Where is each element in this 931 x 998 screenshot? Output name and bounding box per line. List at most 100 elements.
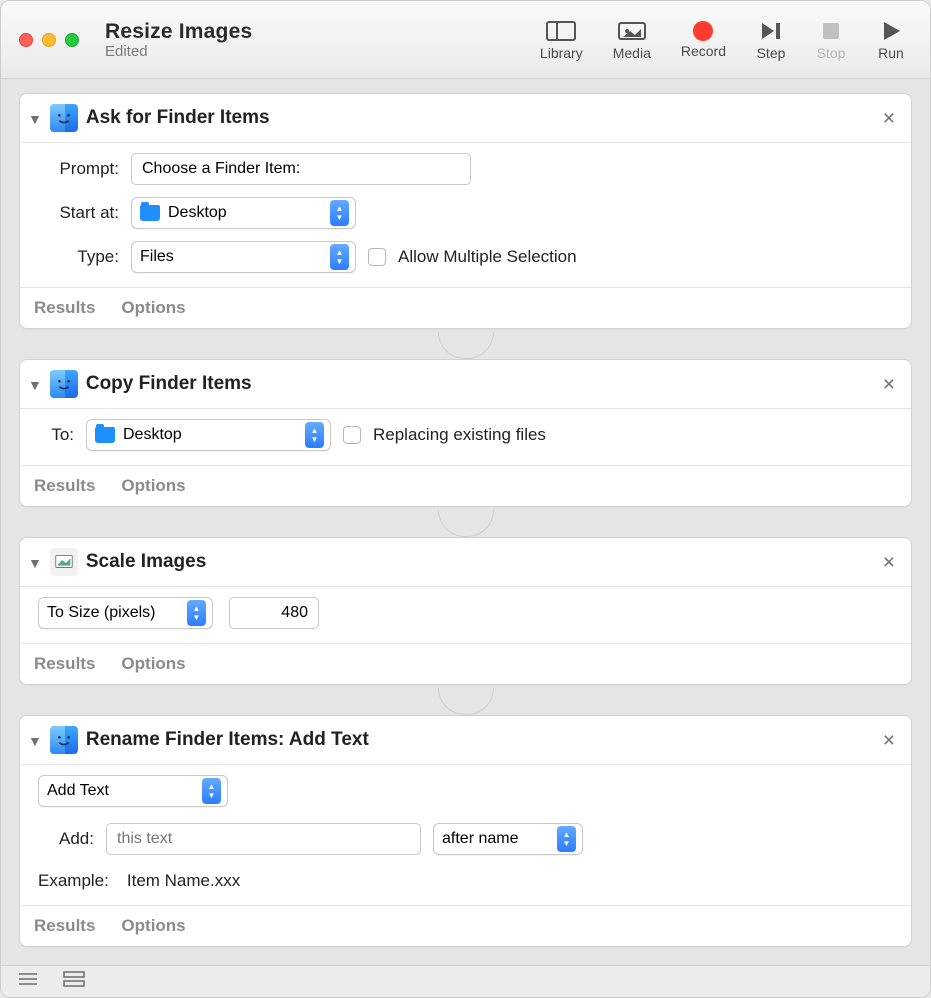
scale-mode-value: To Size (pixels)	[47, 604, 177, 622]
action-footer: Results Options	[20, 465, 911, 506]
dropdown-arrows-icon	[187, 600, 206, 626]
action-title: Rename Finder Items: Add Text	[86, 729, 369, 751]
traffic-lights	[19, 33, 79, 47]
to-value: Desktop	[123, 426, 295, 444]
example-label: Example:	[38, 871, 109, 891]
zoom-window-button[interactable]	[65, 33, 79, 47]
stop-button: Stop	[816, 19, 846, 61]
step-icon	[756, 19, 786, 43]
remove-action-button[interactable]: ×	[879, 374, 899, 395]
record-button[interactable]: Record	[681, 21, 726, 59]
size-input[interactable]	[229, 597, 319, 629]
record-icon	[693, 21, 713, 41]
start-at-label: Start at:	[34, 203, 119, 223]
results-button[interactable]: Results	[34, 476, 95, 496]
action-connector	[19, 333, 912, 359]
library-label: Library	[540, 45, 583, 61]
dropdown-arrows-icon	[202, 778, 221, 804]
type-value: Files	[140, 248, 320, 266]
document-title: Resize Images	[105, 20, 252, 44]
disclosure-triangle-icon[interactable]: ▼	[28, 733, 42, 749]
replace-label: Replacing existing files	[373, 425, 546, 445]
allow-multiple-checkbox[interactable]	[368, 248, 386, 266]
allow-multiple-label: Allow Multiple Selection	[398, 247, 577, 267]
action-footer: Results Options	[20, 287, 911, 328]
media-label: Media	[613, 45, 651, 61]
library-button[interactable]: Library	[540, 19, 583, 61]
log-view-button[interactable]	[17, 971, 39, 992]
type-select[interactable]: Files	[131, 241, 356, 273]
to-label: To:	[34, 425, 74, 445]
rename-op-value: Add Text	[47, 782, 192, 800]
options-button[interactable]: Options	[121, 298, 185, 318]
options-button[interactable]: Options	[121, 916, 185, 936]
finder-icon	[50, 370, 78, 398]
folder-icon	[95, 427, 115, 443]
close-window-button[interactable]	[19, 33, 33, 47]
record-label: Record	[681, 43, 726, 59]
replace-checkbox[interactable]	[343, 426, 361, 444]
workflow-area[interactable]: ▼ Ask for Finder Items × Prompt: Start a…	[1, 79, 930, 965]
dropdown-arrows-icon	[305, 422, 324, 448]
action-footer: Results Options	[20, 643, 911, 684]
action-connector	[19, 511, 912, 537]
step-label: Step	[757, 45, 786, 61]
remove-action-button[interactable]: ×	[879, 730, 899, 751]
action-header[interactable]: ▼ Scale Images ×	[20, 538, 911, 587]
run-label: Run	[878, 45, 904, 61]
results-button[interactable]: Results	[34, 654, 95, 674]
run-icon	[876, 19, 906, 43]
step-button[interactable]: Step	[756, 19, 786, 61]
add-label: Add:	[34, 829, 94, 849]
finder-icon	[50, 104, 78, 132]
workflow-view-button[interactable]	[63, 971, 85, 992]
minimize-window-button[interactable]	[42, 33, 56, 47]
status-bar	[1, 965, 930, 997]
disclosure-triangle-icon[interactable]: ▼	[28, 111, 42, 127]
type-label: Type:	[34, 247, 119, 267]
action-header[interactable]: ▼ Copy Finder Items ×	[20, 360, 911, 409]
preview-icon	[50, 548, 78, 576]
add-text-input[interactable]	[106, 823, 421, 855]
remove-action-button[interactable]: ×	[879, 552, 899, 573]
action-title: Ask for Finder Items	[86, 107, 270, 129]
title-block: Resize Images Edited	[105, 20, 252, 60]
action-copy-finder-items: ▼ Copy Finder Items × To: Desktop Replac…	[19, 359, 912, 507]
run-button[interactable]: Run	[876, 19, 906, 61]
results-button[interactable]: Results	[34, 916, 95, 936]
library-icon	[546, 19, 576, 43]
dropdown-arrows-icon	[557, 826, 576, 852]
example-value: Item Name.xxx	[127, 871, 240, 891]
toolbar: Library Media Record Step Stop Run	[540, 19, 912, 61]
rename-op-select[interactable]: Add Text	[38, 775, 228, 807]
media-button[interactable]: Media	[613, 19, 651, 61]
position-select[interactable]: after name	[433, 823, 583, 855]
disclosure-triangle-icon[interactable]: ▼	[28, 555, 42, 571]
action-title: Copy Finder Items	[86, 373, 252, 395]
results-button[interactable]: Results	[34, 298, 95, 318]
action-ask-for-finder-items: ▼ Ask for Finder Items × Prompt: Start a…	[19, 93, 912, 329]
options-button[interactable]: Options	[121, 654, 185, 674]
prompt-input[interactable]	[131, 153, 471, 185]
options-button[interactable]: Options	[121, 476, 185, 496]
scale-mode-select[interactable]: To Size (pixels)	[38, 597, 213, 629]
automator-window: Resize Images Edited Library Media Recor…	[0, 0, 931, 998]
action-footer: Results Options	[20, 905, 911, 946]
stop-icon	[816, 19, 846, 43]
to-select[interactable]: Desktop	[86, 419, 331, 451]
position-value: after name	[442, 830, 547, 848]
document-status: Edited	[105, 43, 252, 60]
start-at-value: Desktop	[168, 204, 320, 222]
folder-icon	[140, 205, 160, 221]
action-header[interactable]: ▼ Ask for Finder Items ×	[20, 94, 911, 143]
action-header[interactable]: ▼ Rename Finder Items: Add Text ×	[20, 716, 911, 765]
action-scale-images: ▼ Scale Images × To Size (pixels) Result…	[19, 537, 912, 685]
action-connector	[19, 689, 912, 715]
dropdown-arrows-icon	[330, 200, 349, 226]
titlebar: Resize Images Edited Library Media Recor…	[1, 1, 930, 79]
finder-icon	[50, 726, 78, 754]
disclosure-triangle-icon[interactable]: ▼	[28, 377, 42, 393]
remove-action-button[interactable]: ×	[879, 108, 899, 129]
action-title: Scale Images	[86, 551, 206, 573]
start-at-select[interactable]: Desktop	[131, 197, 356, 229]
